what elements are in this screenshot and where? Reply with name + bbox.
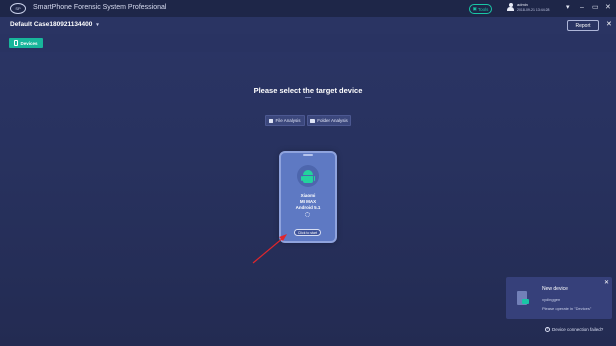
- new-device-notification: ✕ New device xydinggen Please operate in…: [506, 277, 612, 319]
- notification-message: Please operate in "Devices": [542, 306, 592, 311]
- help-icon: ?: [545, 327, 550, 332]
- connection-failed-label: Device connection failed?: [552, 327, 604, 332]
- connection-failed-link[interactable]: ? Device connection failed?: [545, 327, 603, 332]
- notification-subtitle: xydinggen: [542, 297, 561, 302]
- notification-title: New device: [542, 286, 568, 292]
- new-device-icon: [517, 291, 529, 305]
- close-notification-button[interactable]: ✕: [604, 279, 609, 286]
